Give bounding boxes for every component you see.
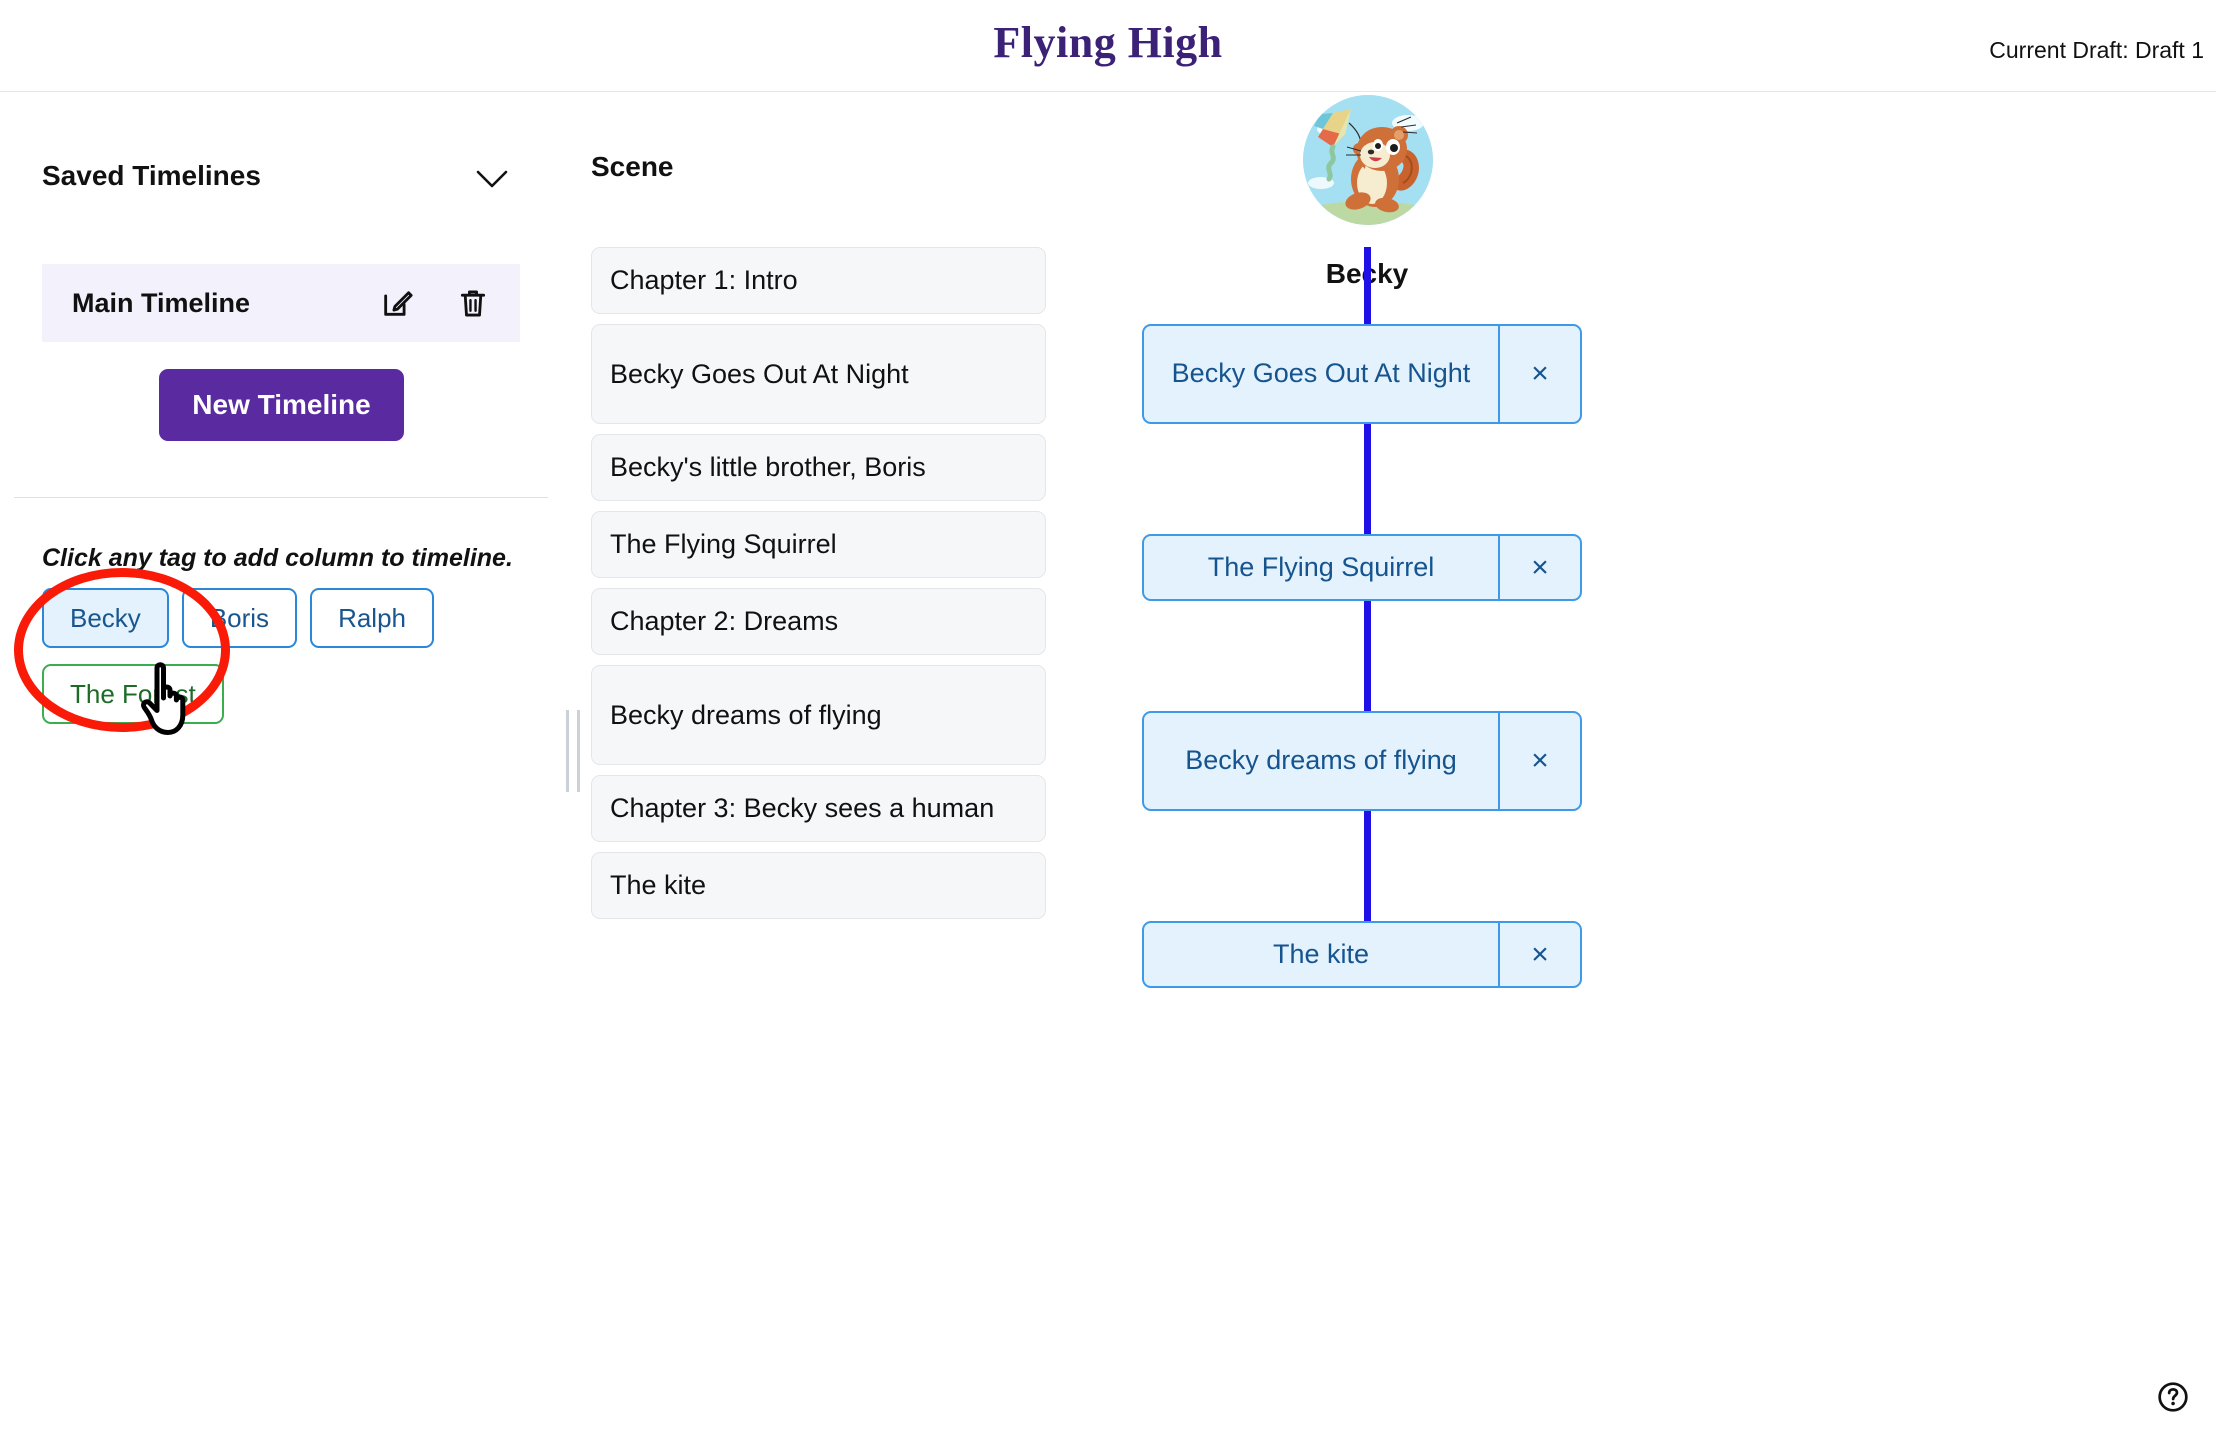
scene-cell-label: Becky Goes Out At Night — [610, 358, 909, 389]
tag-boris[interactable]: Boris — [181, 588, 298, 648]
scene-cell-label: Chapter 3: Becky sees a human — [610, 793, 995, 823]
timeline-card[interactable]: Becky dreams of flying × — [1142, 711, 1582, 811]
main-content: Scene Chapter 1: Intro Becky Goes Out At … — [566, 92, 2216, 1442]
tag-hint-text: Click any tag to add column to timeline. — [42, 544, 513, 572]
timeline-card-label: The Flying Squirrel — [1207, 551, 1435, 582]
scene-cell-label: Chapter 2: Dreams — [610, 606, 839, 636]
tag-row-characters: Becky Boris Ralph — [42, 588, 562, 648]
edit-pencil-icon[interactable] — [374, 280, 420, 326]
sidebar: Saved Timelines Main Timeline New Timeli… — [0, 92, 590, 1442]
close-icon[interactable]: × — [1498, 713, 1580, 809]
scene-cell-label: The Flying Squirrel — [610, 529, 837, 559]
scene-cell-list: Chapter 1: Intro Becky Goes Out At Night B… — [591, 247, 1046, 929]
close-icon[interactable]: × — [1498, 923, 1580, 986]
timeline-card-label: Becky dreams of flying — [1185, 745, 1457, 776]
timeline-card[interactable]: Becky Goes Out At Night × — [1142, 324, 1582, 424]
scene-cell-label: Becky's little brother, Boris — [610, 452, 926, 482]
new-timeline-button[interactable]: New Timeline — [159, 369, 404, 441]
close-icon[interactable]: × — [1498, 536, 1580, 599]
timeline-connector — [1363, 247, 1371, 324]
scene-cell[interactable]: Becky's little brother, Boris — [591, 434, 1046, 501]
scene-cell[interactable]: Chapter 1: Intro — [591, 247, 1046, 314]
trash-icon[interactable] — [450, 280, 496, 326]
timeline-card-label: The kite — [1272, 938, 1370, 969]
tag-the-forest[interactable]: The Forest — [42, 664, 224, 724]
scene-cell-label: The kite — [610, 870, 707, 900]
timeline-name: Main Timeline — [72, 287, 251, 318]
tag-row-places: The Forest — [42, 664, 562, 724]
saved-timelines-title: Saved Timelines — [42, 160, 261, 191]
current-draft-status: Current Draft: Draft 1 — [1989, 37, 2204, 63]
scene-cell[interactable]: The Flying Squirrel — [591, 511, 1046, 578]
tag-ralph[interactable]: Ralph — [310, 588, 434, 648]
squirrel-with-kite-avatar — [1303, 95, 1433, 225]
timeline-connector — [1363, 811, 1371, 921]
scene-column-header: Scene — [591, 151, 674, 182]
timeline-card-label: Becky Goes Out At Night — [1171, 358, 1471, 389]
tag-list: Becky Boris Ralph The Forest — [42, 588, 562, 740]
timeline-connector — [1363, 424, 1371, 534]
chevron-down-icon[interactable] — [472, 162, 512, 196]
timeline-track: Becky Goes Out At Night × The Flying Squir… — [1142, 247, 1592, 988]
scene-cell[interactable]: Becky dreams of flying — [591, 665, 1046, 765]
close-icon[interactable]: × — [1498, 326, 1580, 422]
column-resize-handle[interactable] — [566, 710, 580, 792]
question-mark-circle-icon[interactable] — [2152, 1376, 2194, 1418]
app-root: Flying High Current Draft: Draft 1 Saved… — [0, 0, 2216, 1442]
scene-cell[interactable]: Becky Goes Out At Night — [591, 324, 1046, 424]
scene-cell-label: Chapter 1: Intro — [610, 265, 798, 295]
saved-timeline-item-main[interactable]: Main Timeline — [42, 264, 520, 342]
timeline-connector — [1363, 601, 1371, 711]
scene-cell[interactable]: Chapter 3: Becky sees a human — [591, 775, 1046, 842]
tag-becky[interactable]: Becky — [42, 588, 169, 648]
timeline-card[interactable]: The Flying Squirrel × — [1142, 534, 1582, 601]
app-header: Flying High Current Draft: Draft 1 — [0, 0, 2216, 92]
timeline-card[interactable]: The kite × — [1142, 921, 1582, 988]
scene-cell[interactable]: Chapter 2: Dreams — [591, 588, 1046, 655]
sidebar-divider — [14, 497, 548, 498]
scene-cell[interactable]: The kite — [591, 852, 1046, 919]
page-title: Flying High — [993, 18, 1223, 67]
scene-cell-label: Becky dreams of flying — [610, 699, 882, 730]
saved-timelines-header: Saved Timelines — [42, 160, 548, 200]
